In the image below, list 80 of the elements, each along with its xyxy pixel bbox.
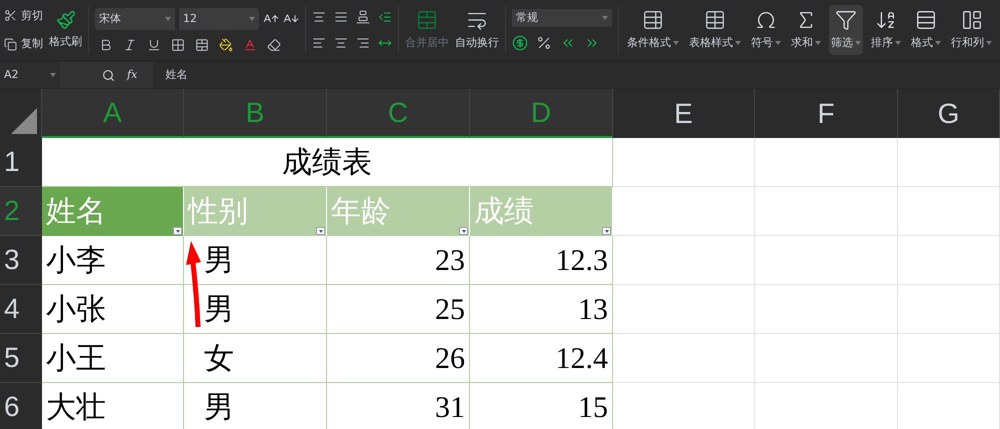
font-size-select[interactable]: 12 [179, 8, 259, 30]
format-icon [915, 8, 937, 31]
corner-triangle-icon [11, 108, 37, 134]
underline-icon[interactable] [147, 38, 161, 52]
rows-columns-icon [960, 8, 982, 31]
ribbon-button[interactable]: 条件格式 [625, 4, 681, 56]
table-cell: 15 [470, 383, 613, 429]
row-header[interactable]: 6 [0, 383, 42, 429]
align-bottom-icon[interactable] [356, 10, 370, 24]
filter-dropdown-icon[interactable] [602, 227, 611, 235]
caret-icon [602, 16, 608, 20]
fill-color-icon[interactable] [219, 38, 233, 52]
table-cell: 25 [327, 285, 470, 334]
caret-icon [775, 41, 781, 45]
filter-icon [835, 8, 857, 31]
filter-dropdown-icon[interactable] [459, 227, 468, 235]
table-cell: 31 [327, 383, 470, 429]
borders-icon[interactable] [171, 38, 185, 52]
table-cell: 大壮 [42, 383, 184, 429]
cut-button[interactable]: 剪切 [4, 8, 43, 24]
caret-icon [735, 41, 741, 45]
row-header[interactable]: 3 [0, 236, 42, 285]
caret-icon [815, 41, 821, 45]
caret-icon [895, 41, 901, 45]
percent-icon[interactable] [536, 35, 552, 51]
ribbon-button[interactable]: 求和 [789, 4, 823, 56]
table-cell: 12.4 [470, 334, 613, 383]
caret-icon [986, 41, 992, 45]
caret-icon [249, 17, 255, 21]
table-cell: 12.3 [470, 236, 613, 285]
name-box[interactable]: A2 [0, 62, 60, 88]
caret-icon [165, 17, 171, 21]
table-cell: 小王 [42, 334, 184, 383]
table-cell: 13 [470, 285, 613, 334]
table-cell: 女 [184, 334, 327, 383]
table-cell: 男 [184, 285, 327, 334]
table-cell: 小张 [42, 285, 184, 334]
ribbon-button[interactable]: 格式 [909, 4, 943, 56]
scissors-icon [4, 9, 17, 22]
copy-icon [4, 38, 17, 51]
fx-label[interactable]: fx [127, 66, 138, 84]
caret-icon [855, 41, 861, 45]
ribbon-button[interactable]: 排序 [869, 4, 903, 56]
copy-button[interactable]: 复制 [4, 36, 43, 52]
align-middle-icon[interactable] [334, 10, 348, 24]
eraser-icon[interactable] [267, 38, 281, 52]
align-top-icon[interactable] [312, 10, 326, 24]
caret-icon [673, 41, 679, 45]
align-center-icon[interactable] [334, 36, 348, 50]
caret-icon [935, 41, 941, 45]
align-left-icon[interactable] [312, 36, 326, 50]
currency-icon[interactable] [512, 35, 528, 51]
row-header[interactable]: 5 [0, 334, 42, 383]
table-style-icon [704, 8, 726, 31]
ribbon-button[interactable]: 符号 [749, 4, 783, 56]
font-name-select[interactable]: 宋体 [95, 8, 175, 30]
ribbon-button[interactable]: 表格样式 [687, 4, 743, 56]
align-right-icon[interactable] [356, 36, 370, 50]
italic-icon[interactable] [123, 38, 137, 52]
font-color-icon[interactable] [243, 38, 257, 52]
formula-input[interactable]: 姓名 [153, 62, 1000, 88]
wrap-text-button[interactable]: 自动换行 [455, 8, 499, 52]
row-header[interactable]: 4 [0, 285, 42, 334]
merge-cells-icon [416, 8, 438, 31]
cell-icon[interactable] [195, 38, 209, 52]
filter-dropdown-icon[interactable] [316, 227, 325, 235]
caret-icon [50, 73, 56, 77]
table-cell: 小李 [42, 236, 184, 285]
table-cell: 23 [327, 236, 470, 285]
number-format-select[interactable]: 常规 [512, 9, 612, 27]
table-cell: 26 [327, 334, 470, 383]
ribbon-button[interactable]: 行和列 [949, 4, 994, 56]
indent-decrease-icon[interactable] [378, 10, 392, 24]
filter-dropdown-icon[interactable] [173, 227, 182, 235]
ribbon-button[interactable]: 筛选 [829, 4, 863, 56]
bold-icon[interactable] [99, 38, 113, 52]
paintbrush-icon [56, 10, 76, 30]
format-painter-button[interactable]: 格式刷 [49, 10, 82, 50]
zoom-icon[interactable] [102, 68, 115, 82]
table-cell: 男 [184, 383, 327, 429]
